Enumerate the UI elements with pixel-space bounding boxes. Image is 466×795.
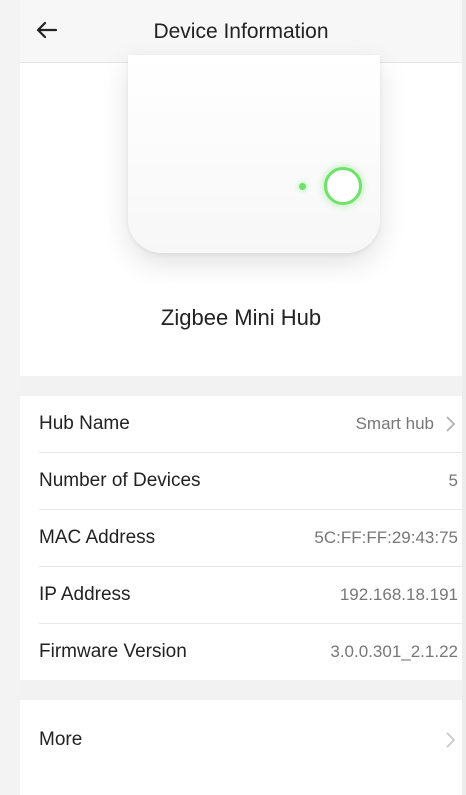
device-model-name: Zigbee Mini Hub xyxy=(160,305,322,330)
number-of-devices-row: Number of Devices 5 xyxy=(20,453,462,509)
ip-address-label: IP Address xyxy=(39,584,131,605)
more-row[interactable]: More xyxy=(20,712,462,768)
hub-device-image xyxy=(128,55,380,253)
ip-address-value: 192.168.18.191 xyxy=(339,585,458,604)
status-led-dot xyxy=(299,183,306,190)
chevron-right-icon xyxy=(446,732,456,748)
hub-name-label: Hub Name xyxy=(39,413,130,434)
more-label: More xyxy=(39,729,83,750)
device-info-screen: Device Information Zigbee Mini Hub Hub N… xyxy=(20,0,462,795)
number-of-devices-label: Number of Devices xyxy=(39,470,201,491)
mac-address-row: MAC Address 5C:FF:FF:29:43:75 xyxy=(20,510,462,566)
hub-button-ring xyxy=(324,167,362,205)
hub-name-value: Smart hub xyxy=(355,414,434,433)
page-title: Device Information xyxy=(153,20,329,43)
firmware-version-row: Firmware Version 3.0.0.301_2.1.22 xyxy=(20,624,462,680)
chevron-right-icon xyxy=(446,416,456,432)
background-panel-right xyxy=(462,0,466,795)
number-of-devices-value: 5 xyxy=(448,471,458,490)
section-separator xyxy=(20,680,462,700)
hub-name-row[interactable]: Hub Name Smart hub xyxy=(20,396,462,452)
ip-address-row: IP Address 192.168.18.191 xyxy=(20,567,462,623)
device-hero: Zigbee Mini Hub xyxy=(20,55,462,376)
background-panel-left xyxy=(0,0,20,795)
mac-address-value: 5C:FF:FF:29:43:75 xyxy=(314,528,458,547)
mac-address-label: MAC Address xyxy=(39,527,156,548)
firmware-version-label: Firmware Version xyxy=(39,641,187,662)
section-separator xyxy=(20,376,462,396)
app-header: Device Information xyxy=(20,0,462,63)
firmware-version-value: 3.0.0.301_2.1.22 xyxy=(330,642,458,661)
